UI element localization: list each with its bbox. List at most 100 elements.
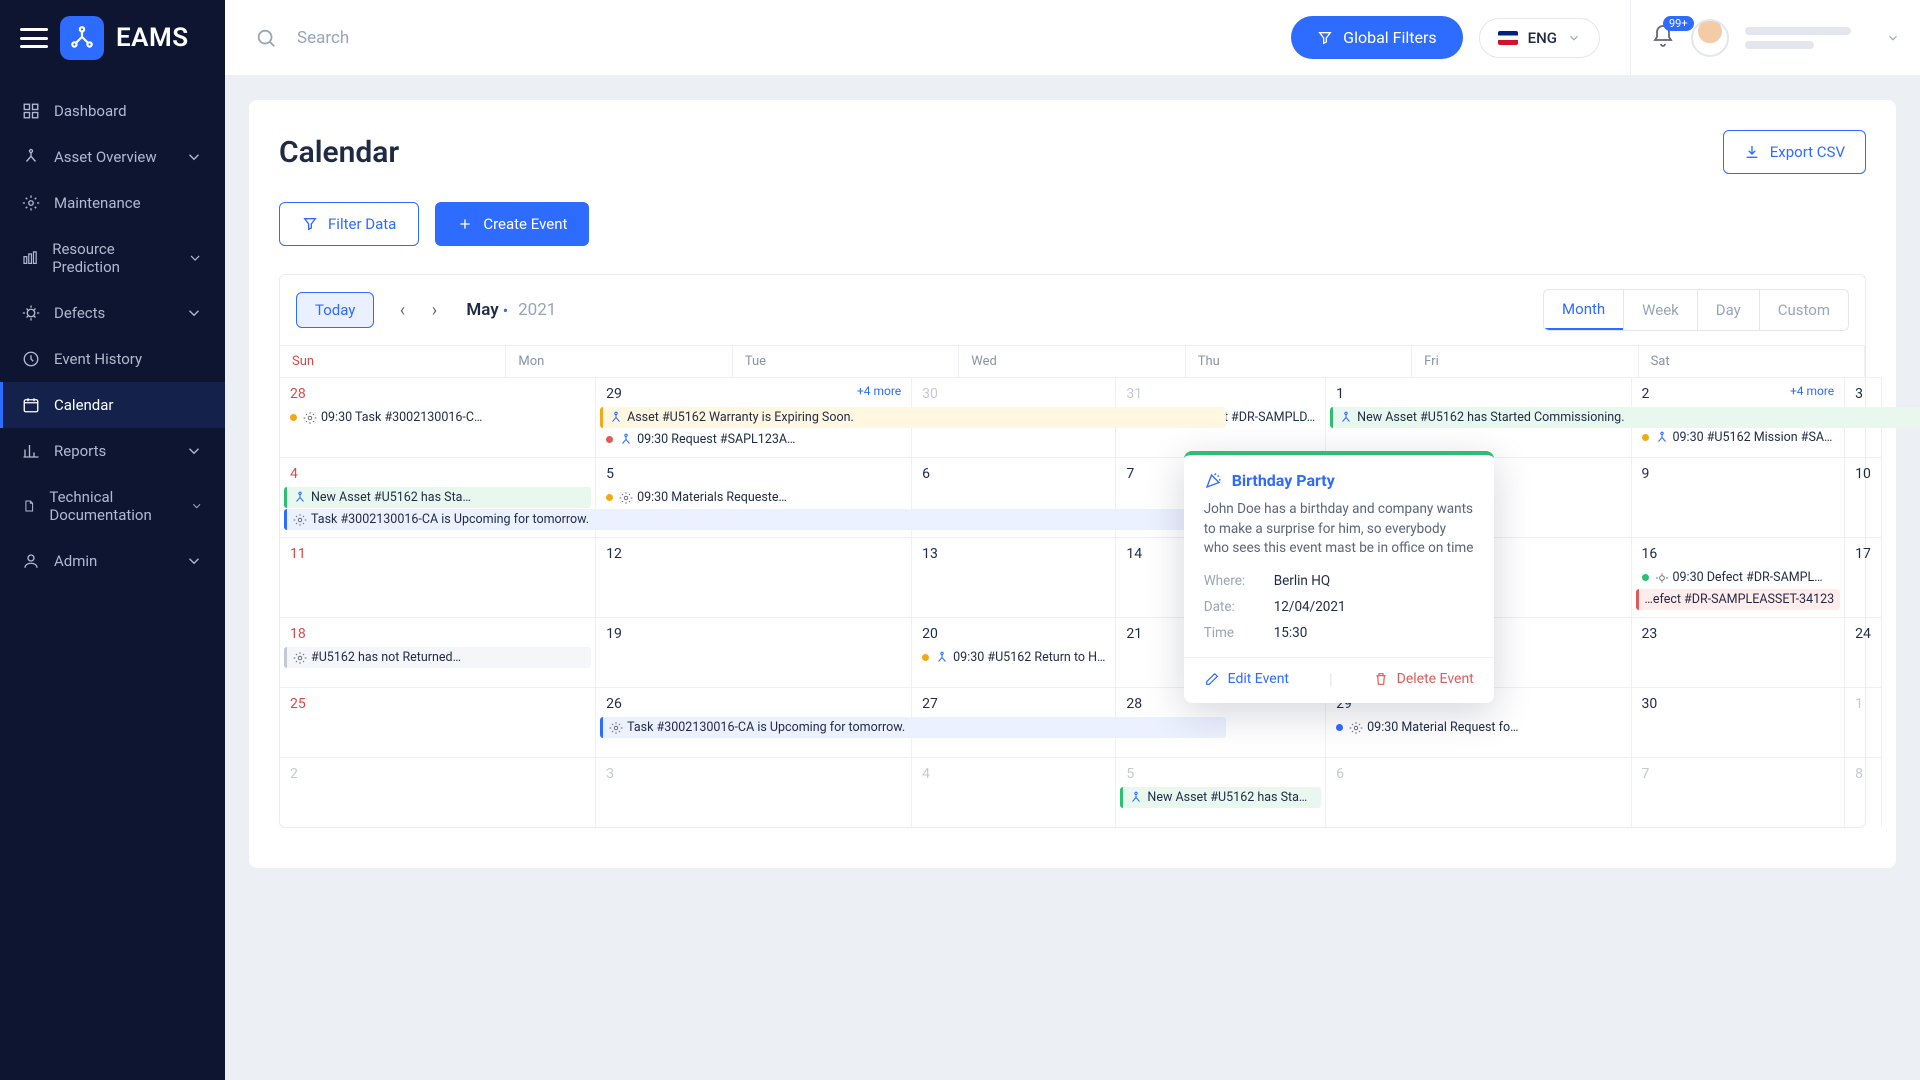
month-label: May bbox=[466, 300, 498, 320]
calendar-cell[interactable]: 1609:30 Defect #DR-SAMPL… …efect #DR-SAM… bbox=[1632, 537, 1846, 617]
sidebar-item-label: Event History bbox=[54, 350, 142, 368]
calendar-cell[interactable]: 8 bbox=[1845, 757, 1882, 827]
menu-toggle[interactable] bbox=[20, 28, 48, 48]
avatar[interactable] bbox=[1691, 19, 1729, 57]
view-month[interactable]: Month bbox=[1544, 290, 1623, 330]
day-number: 3 bbox=[596, 762, 911, 786]
edit-event-button[interactable]: Edit Event bbox=[1204, 670, 1289, 689]
calendar-event[interactable]: 09:30 Task #3002130016-C… bbox=[284, 407, 591, 428]
calendar-cell[interactable]: 19 bbox=[596, 617, 912, 687]
day-number: 7 bbox=[1632, 762, 1845, 786]
sidebar-item-label: Defects bbox=[54, 304, 105, 322]
calendar-cell[interactable]: 13 bbox=[912, 537, 1116, 617]
day-number: 31 bbox=[1116, 382, 1325, 406]
calendar-cell[interactable]: 24 bbox=[1845, 617, 1882, 687]
day-number: 4 bbox=[280, 462, 595, 486]
calendar-event[interactable]: #U5162 has not Returned… bbox=[284, 647, 591, 668]
filter-data-button[interactable]: Filter Data bbox=[279, 202, 419, 246]
calendar-cell[interactable]: 29+4 moreAsset #U5162 Warranty is Expiri… bbox=[596, 377, 912, 457]
calendar-event[interactable]: 09:30 Defect #DR-SAMPL… bbox=[1636, 567, 1841, 588]
sidebar-item-maintenance[interactable]: Maintenance bbox=[0, 180, 225, 226]
calendar-event[interactable]: 09:30 Request #SAPL123A… bbox=[600, 429, 907, 450]
calendar-cell[interactable]: 6 bbox=[1326, 757, 1631, 827]
notif-badge: 99+ bbox=[1663, 16, 1694, 31]
party-icon bbox=[1204, 472, 1222, 490]
view-week[interactable]: Week bbox=[1623, 290, 1697, 330]
calendar-cell[interactable]: 23 bbox=[1632, 617, 1846, 687]
sidebar-item-asset-overview[interactable]: Asset Overview bbox=[0, 134, 225, 180]
delete-event-button[interactable]: Delete Event bbox=[1373, 670, 1474, 689]
next-month-button[interactable]: › bbox=[420, 296, 448, 324]
asset-icon bbox=[1129, 791, 1143, 805]
year-label: 2021 bbox=[518, 300, 556, 320]
day-header: Wed bbox=[959, 345, 1185, 377]
calendar-cell[interactable]: 2009:30 #U5162 Return to H… bbox=[912, 617, 1116, 687]
calendar-cell[interactable]: 2809:30 Task #3002130016-C… bbox=[280, 377, 596, 457]
calendar-cell[interactable]: 17 bbox=[1845, 537, 1882, 617]
calendar-event[interactable]: 09:30 #U5162 Return to H… bbox=[916, 647, 1111, 668]
search-icon bbox=[255, 27, 277, 49]
calendar-cell[interactable]: 2 bbox=[280, 757, 596, 827]
calendar-event[interactable]: New Asset #U5162 has Sta… bbox=[284, 487, 591, 508]
day-number: 11 bbox=[280, 542, 595, 566]
calendar-cell[interactable]: 9 bbox=[1632, 457, 1846, 537]
calendar-cell[interactable]: 3 bbox=[596, 757, 912, 827]
calendar-event[interactable]: …efect #DR-SAMPLEASSET-34123 bbox=[1636, 589, 1841, 610]
view-custom[interactable]: Custom bbox=[1759, 290, 1848, 330]
calendar-cell[interactable]: 12 bbox=[596, 537, 912, 617]
view-day[interactable]: Day bbox=[1697, 290, 1759, 330]
prev-month-button[interactable]: ‹ bbox=[388, 296, 416, 324]
create-event-button[interactable]: Create Event bbox=[435, 202, 589, 246]
day-number: 8 bbox=[1845, 762, 1881, 786]
day-number: 5 bbox=[1116, 762, 1325, 786]
calendar-event[interactable]: New Asset #U5162 has Started Commissioni… bbox=[1330, 407, 1920, 428]
language-switch[interactable]: ENG bbox=[1479, 18, 1600, 58]
chevron-down-icon bbox=[187, 249, 203, 267]
calendar-cell[interactable]: 18#U5162 has not Returned… bbox=[280, 617, 596, 687]
search-input[interactable] bbox=[289, 20, 1291, 56]
sidebar-item-dashboard[interactable]: Dashboard bbox=[0, 88, 225, 134]
chevron-down-icon[interactable] bbox=[1886, 31, 1900, 45]
calendar-event[interactable]: 09:30 #U5162 Mission #SA… bbox=[1636, 427, 1841, 448]
more-link[interactable]: +4 more bbox=[857, 384, 901, 398]
calendar-cell[interactable]: 1New Asset #U5162 has Started Commission… bbox=[1326, 377, 1631, 457]
sidebar-item-admin[interactable]: Admin bbox=[0, 538, 225, 584]
sidebar-item-resource-prediction[interactable]: Resource Prediction bbox=[0, 226, 225, 290]
user-area: 99+ bbox=[1630, 0, 1920, 76]
gear-icon bbox=[619, 491, 633, 505]
calendar-cell[interactable]: 5New Asset #U5162 has Sta… bbox=[1116, 757, 1326, 827]
calendar-event[interactable]: 09:30 Materials Requeste… bbox=[600, 487, 907, 508]
sidebar: Dashboard Asset Overview Maintenance Res… bbox=[0, 76, 225, 1080]
today-button[interactable]: Today bbox=[296, 292, 374, 328]
sidebar-item-calendar[interactable]: Calendar bbox=[0, 382, 225, 428]
more-link[interactable]: +4 more bbox=[1790, 384, 1834, 398]
notifications[interactable]: 99+ bbox=[1651, 24, 1675, 52]
sidebar-item-label: Dashboard bbox=[54, 102, 127, 120]
calendar-event[interactable]: Asset #U5162 Warranty is Expiring Soon. bbox=[600, 407, 1226, 428]
export-csv-button[interactable]: Export CSV bbox=[1723, 130, 1866, 174]
global-filters-button[interactable]: Global Filters bbox=[1291, 16, 1462, 59]
calendar-cell[interactable]: 25 bbox=[280, 687, 596, 757]
event-text: 09:30 Request #SAPL123A… bbox=[637, 432, 795, 447]
calendar-event[interactable]: Task #3002130016-CA is Upcoming for tomo… bbox=[600, 717, 1226, 738]
sidebar-item-label: Technical Documentation bbox=[49, 488, 175, 524]
calendar-cell[interactable]: 30 bbox=[1632, 687, 1846, 757]
calendar-cell[interactable]: 7 bbox=[1632, 757, 1846, 827]
day-number: 28 bbox=[280, 382, 595, 406]
calendar-cell[interactable]: 4New Asset #U5162 has Sta…Task #30021300… bbox=[280, 457, 596, 537]
day-number: 27 bbox=[912, 692, 1115, 716]
calendar-cell[interactable]: 4 bbox=[912, 757, 1116, 827]
calendar-event[interactable]: Task #3002130016-CA is Upcoming for tomo… bbox=[284, 509, 1225, 530]
sidebar-item-technical-documentation[interactable]: Technical Documentation bbox=[0, 474, 225, 538]
sidebar-item-reports[interactable]: Reports bbox=[0, 428, 225, 474]
sidebar-item-label: Resource Prediction bbox=[52, 240, 173, 276]
calendar-cell[interactable]: 1 bbox=[1845, 687, 1882, 757]
sidebar-item-event-history[interactable]: Event History bbox=[0, 336, 225, 382]
calendar-cell[interactable]: 10 bbox=[1845, 457, 1882, 537]
gear-icon bbox=[609, 721, 623, 735]
calendar-cell[interactable]: 11 bbox=[280, 537, 596, 617]
calendar-event[interactable]: New Asset #U5162 has Sta… bbox=[1120, 787, 1321, 808]
sidebar-item-defects[interactable]: Defects bbox=[0, 290, 225, 336]
calendar-cell[interactable]: 26Task #3002130016-CA is Upcoming for to… bbox=[596, 687, 912, 757]
calendar-event[interactable]: 09:30 Material Request fo… bbox=[1330, 717, 1626, 738]
